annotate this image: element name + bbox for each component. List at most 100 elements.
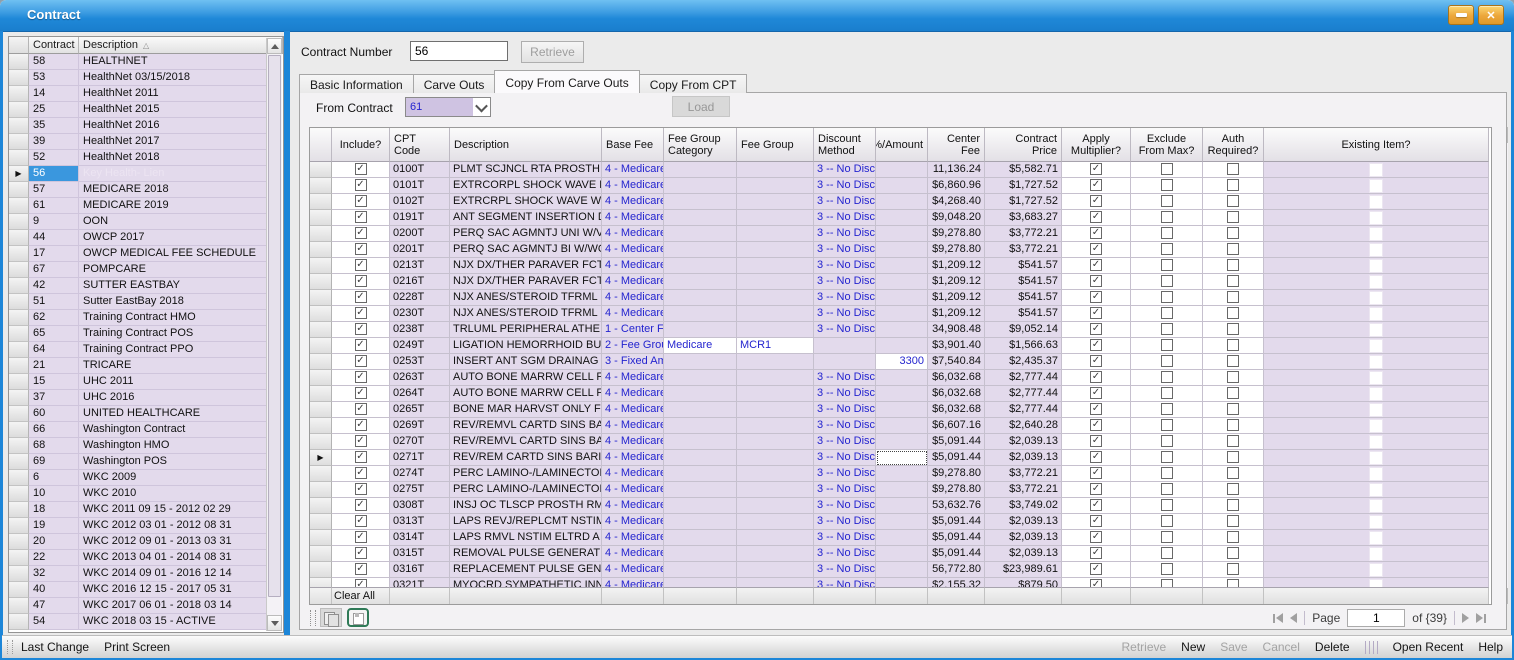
list-item[interactable]: 10WKC 2010 xyxy=(9,486,267,502)
list-item[interactable]: 68Washington HMO xyxy=(9,438,267,454)
list-item[interactable]: 25HealthNet 2015 xyxy=(9,102,267,118)
contract-price-cell[interactable]: $1,727.52 xyxy=(985,178,1062,194)
fee-group-cell[interactable] xyxy=(737,274,814,290)
exclude-from-max-checkbox[interactable] xyxy=(1161,355,1173,367)
auth-required-checkbox[interactable] xyxy=(1227,195,1239,207)
col-header-contract-price[interactable]: Contract Price xyxy=(985,128,1062,162)
cpt-code-cell[interactable]: 0315T xyxy=(390,546,450,562)
existing-item-cell[interactable] xyxy=(1264,210,1489,226)
exclude-from-max-checkbox[interactable] xyxy=(1161,435,1173,447)
center-fee-cell[interactable]: $5,091.44 xyxy=(928,514,985,530)
fee-group-category-cell[interactable] xyxy=(664,562,737,578)
discount-method-cell[interactable]: 3 -- No Disco xyxy=(814,434,876,450)
fee-group-cell[interactable] xyxy=(737,322,814,338)
exclude-from-max-cell[interactable] xyxy=(1131,322,1203,338)
description-cell[interactable]: EXTRCORPL SHOCK WAVE M xyxy=(450,178,602,194)
close-button[interactable]: ✕ xyxy=(1478,5,1504,25)
pct-amount-cell[interactable] xyxy=(876,386,928,402)
fee-group-cell[interactable] xyxy=(737,482,814,498)
existing-item-cell[interactable] xyxy=(1264,434,1489,450)
existing-item-cell[interactable] xyxy=(1264,290,1489,306)
discount-method-cell[interactable]: 3 -- No Disco xyxy=(814,322,876,338)
exclude-from-max-checkbox[interactable] xyxy=(1161,483,1173,495)
auth-required-cell[interactable] xyxy=(1203,386,1264,402)
scroll-down-button[interactable] xyxy=(267,615,282,631)
col-header-apply-multiplier[interactable]: Apply Multiplier? xyxy=(1062,128,1131,162)
pct-amount-cell[interactable] xyxy=(876,498,928,514)
row-selector[interactable] xyxy=(9,342,29,358)
tab-carve-outs[interactable]: Carve Outs xyxy=(413,74,496,93)
include-cell[interactable]: ✓ xyxy=(332,338,390,354)
list-item[interactable]: 54WKC 2018 03 15 - ACTIVE xyxy=(9,614,267,630)
col-header-discount-method[interactable]: Discount Method xyxy=(814,128,876,162)
center-fee-cell[interactable]: $6,860.96 xyxy=(928,178,985,194)
contract-price-cell[interactable]: $2,039.13 xyxy=(985,434,1062,450)
cpt-code-cell[interactable]: 0314T xyxy=(390,530,450,546)
list-item[interactable]: 42SUTTER EASTBAY xyxy=(9,278,267,294)
fee-group-category-cell[interactable] xyxy=(664,194,737,210)
existing-item-cell[interactable] xyxy=(1264,562,1489,578)
list-item[interactable]: 65Training Contract POS xyxy=(9,326,267,342)
include-checkbox[interactable]: ✓ xyxy=(355,339,367,351)
apply-multiplier-checkbox[interactable]: ✓ xyxy=(1090,211,1102,223)
exclude-from-max-cell[interactable] xyxy=(1131,482,1203,498)
base-fee-cell[interactable]: 4 - Medicare xyxy=(602,194,664,210)
include-checkbox[interactable]: ✓ xyxy=(355,499,367,511)
statusbar-action-open-recent[interactable]: Open Recent xyxy=(1393,640,1464,654)
center-fee-cell[interactable]: $6,032.68 xyxy=(928,370,985,386)
exclude-from-max-checkbox[interactable] xyxy=(1161,387,1173,399)
exclude-from-max-checkbox[interactable] xyxy=(1161,403,1173,415)
apply-multiplier-cell[interactable]: ✓ xyxy=(1062,466,1131,482)
include-cell[interactable]: ✓ xyxy=(332,402,390,418)
row-selector[interactable] xyxy=(9,246,29,262)
fee-group-cell[interactable] xyxy=(737,514,814,530)
row-selector[interactable] xyxy=(9,566,29,582)
fee-group-category-cell[interactable] xyxy=(664,386,737,402)
center-fee-cell[interactable]: $9,048.20 xyxy=(928,210,985,226)
auth-required-cell[interactable] xyxy=(1203,306,1264,322)
existing-item-cell[interactable] xyxy=(1264,498,1489,514)
exclude-from-max-checkbox[interactable] xyxy=(1161,323,1173,335)
row-selector[interactable] xyxy=(9,86,29,102)
cpt-code-cell[interactable]: 0102T xyxy=(390,194,450,210)
auth-required-cell[interactable] xyxy=(1203,242,1264,258)
exclude-from-max-checkbox[interactable] xyxy=(1161,419,1173,431)
pct-amount-cell[interactable] xyxy=(876,290,928,306)
base-fee-cell[interactable]: 4 - Medicare xyxy=(602,418,664,434)
discount-method-cell[interactable]: 3 -- No Disco xyxy=(814,546,876,562)
auth-required-cell[interactable] xyxy=(1203,562,1264,578)
existing-item-cell[interactable] xyxy=(1264,450,1489,466)
exclude-from-max-cell[interactable] xyxy=(1131,466,1203,482)
list-item[interactable]: 22WKC 2013 04 01 - 2014 08 31 xyxy=(9,550,267,566)
cpt-code-cell[interactable]: 0308T xyxy=(390,498,450,514)
exclude-from-max-cell[interactable] xyxy=(1131,578,1203,587)
row-selector[interactable] xyxy=(9,550,29,566)
base-fee-cell[interactable]: 4 - Medicare xyxy=(602,514,664,530)
auth-required-cell[interactable] xyxy=(1203,194,1264,210)
existing-item-cell[interactable] xyxy=(1264,514,1489,530)
discount-method-cell[interactable]: 3 -- No Disco xyxy=(814,482,876,498)
fee-group-category-cell[interactable]: Medicare xyxy=(664,338,737,354)
include-checkbox[interactable]: ✓ xyxy=(355,403,367,415)
cpt-code-cell[interactable]: 0313T xyxy=(390,514,450,530)
discount-method-cell[interactable]: 3 -- No Disco xyxy=(814,418,876,434)
list-item[interactable]: 62Training Contract HMO xyxy=(9,310,267,326)
row-selector[interactable] xyxy=(310,162,332,178)
center-fee-cell[interactable]: $9,278.80 xyxy=(928,226,985,242)
auth-required-cell[interactable] xyxy=(1203,290,1264,306)
exclude-from-max-cell[interactable] xyxy=(1131,242,1203,258)
pct-amount-cell[interactable] xyxy=(876,370,928,386)
base-fee-cell[interactable]: 4 - Medicare xyxy=(602,242,664,258)
row-selector[interactable] xyxy=(9,454,29,470)
row-selector[interactable] xyxy=(310,482,332,498)
contract-price-cell[interactable]: $2,039.13 xyxy=(985,514,1062,530)
contract-price-cell[interactable]: $9,052.14 xyxy=(985,322,1062,338)
base-fee-cell[interactable]: 4 - Medicare xyxy=(602,546,664,562)
apply-multiplier-checkbox[interactable]: ✓ xyxy=(1090,467,1102,479)
pct-amount-cell[interactable] xyxy=(876,274,928,290)
auth-required-cell[interactable] xyxy=(1203,482,1264,498)
list-item[interactable]: 9OON xyxy=(9,214,267,230)
contract-price-cell[interactable]: $2,039.13 xyxy=(985,546,1062,562)
apply-multiplier-checkbox[interactable]: ✓ xyxy=(1090,355,1102,367)
exclude-from-max-cell[interactable] xyxy=(1131,370,1203,386)
